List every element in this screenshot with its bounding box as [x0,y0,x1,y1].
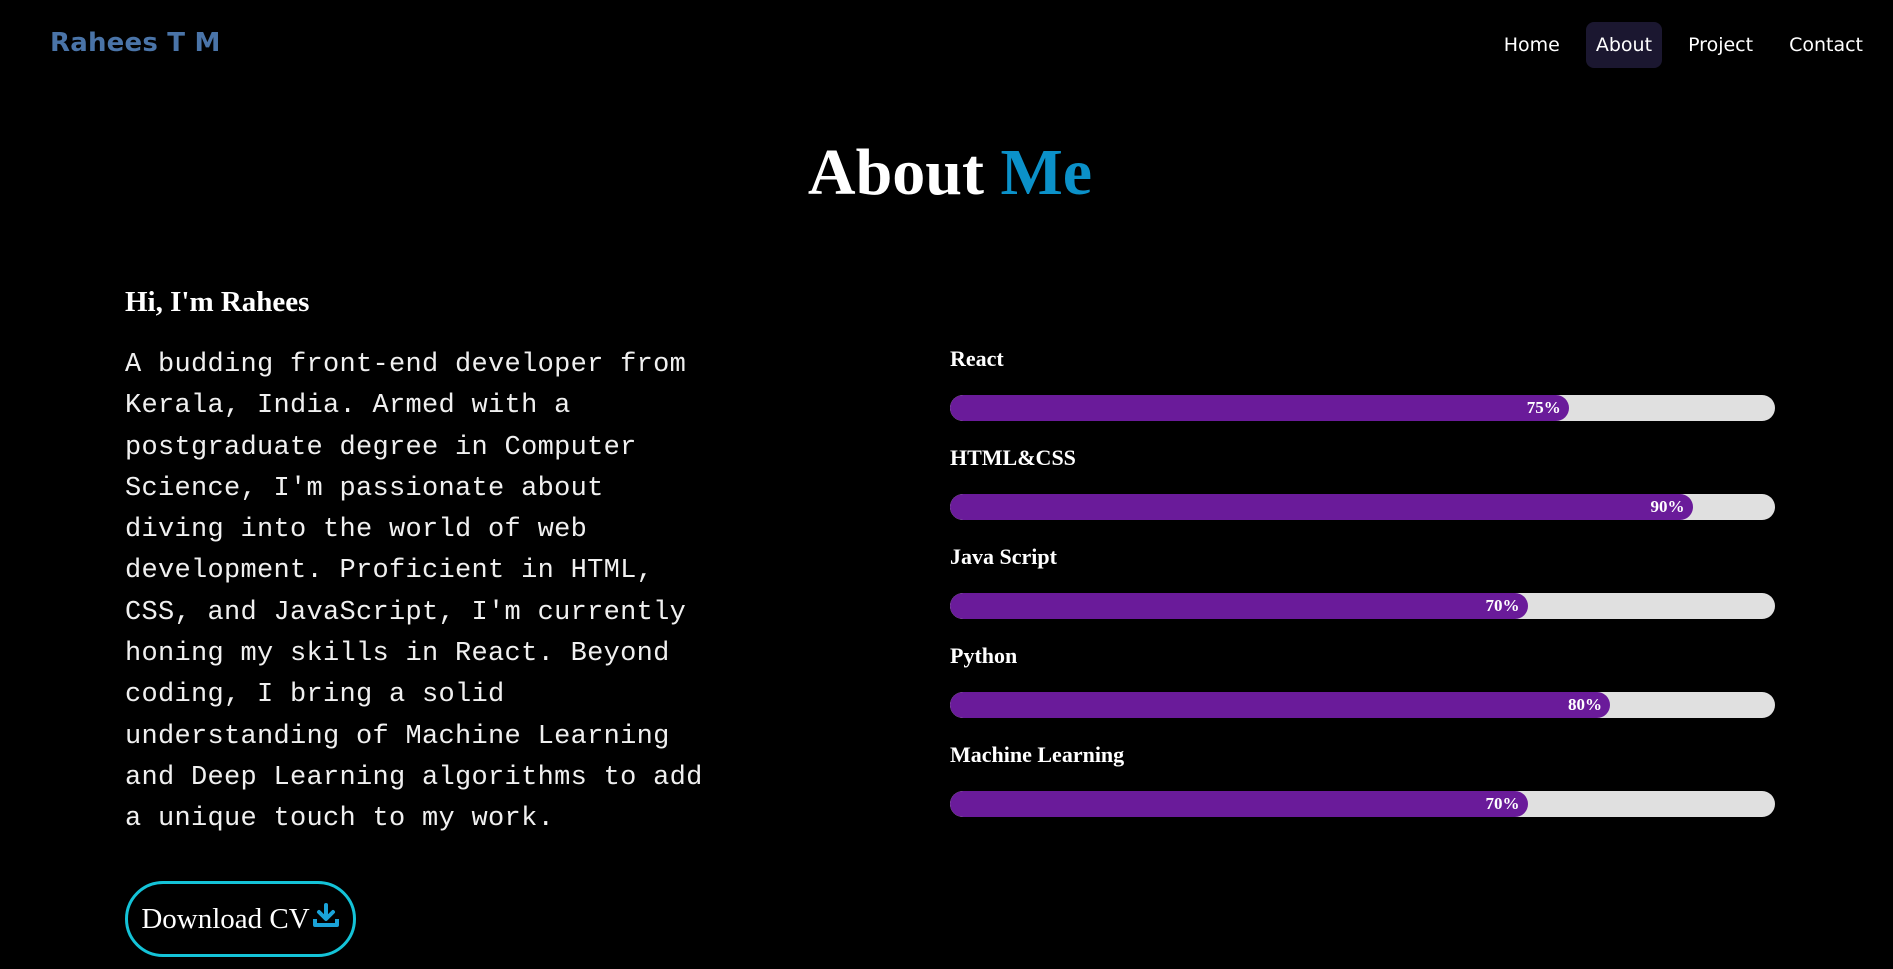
brand-logo-text[interactable]: Rahees T M [50,28,221,58]
download-cv-button[interactable]: Download CV [125,881,356,957]
skill-item-machine-learning: Machine Learning 70% [950,741,1775,840]
section-title-accent: Me [1000,136,1093,209]
skill-bar-fill: 70% [950,593,1528,619]
skill-item-html-css: HTML&CSS 90% [950,444,1775,543]
skill-item-python: Python 80% [950,642,1775,741]
skill-name: HTML&CSS [950,445,1076,470]
nav-link-contact[interactable]: Contact [1779,22,1873,68]
skill-bar-track: 90% [950,494,1775,520]
skill-percent-label: 70% [1485,596,1520,615]
skill-bar-track: 75% [950,395,1775,421]
greeting-heading: Hi, I'm Rahees [125,286,310,318]
skills-list: React 75% HTML&CSS 90% Java Script 70% P… [950,345,1775,840]
skill-name: Python [950,643,1018,668]
skill-bar-fill: 90% [950,494,1693,520]
bio-paragraph: A budding front-end developer from Keral… [125,350,703,835]
skill-bar-fill: 75% [950,395,1569,421]
skill-bar-track: 70% [950,593,1775,619]
skill-name: Java Script [950,544,1057,569]
section-title-main: About [807,136,984,209]
nav-link-home[interactable]: Home [1494,22,1570,68]
skill-bar-track: 70% [950,791,1775,817]
skill-bar-fill: 70% [950,791,1528,817]
skill-percent-label: 90% [1650,497,1685,516]
download-cv-label: Download CV [141,902,310,935]
section-title: About Me [0,135,1893,211]
skill-name: Machine Learning [950,742,1125,767]
download-icon [312,902,340,930]
nav-links: Home About Project Contact [1494,22,1873,68]
nav-link-project[interactable]: Project [1678,22,1763,68]
skill-bar-track: 80% [950,692,1775,718]
nav-link-about[interactable]: About [1585,22,1663,68]
skill-percent-label: 70% [1485,794,1520,813]
skill-item-javascript: Java Script 70% [950,543,1775,642]
skill-percent-label: 75% [1526,398,1561,417]
skill-item-react: React 75% [950,345,1775,444]
skill-name: React [950,346,1004,371]
navbar: Rahees T M Home About Project Contact [0,0,1893,94]
skill-bar-fill: 80% [950,692,1610,718]
skill-percent-label: 80% [1568,695,1602,714]
